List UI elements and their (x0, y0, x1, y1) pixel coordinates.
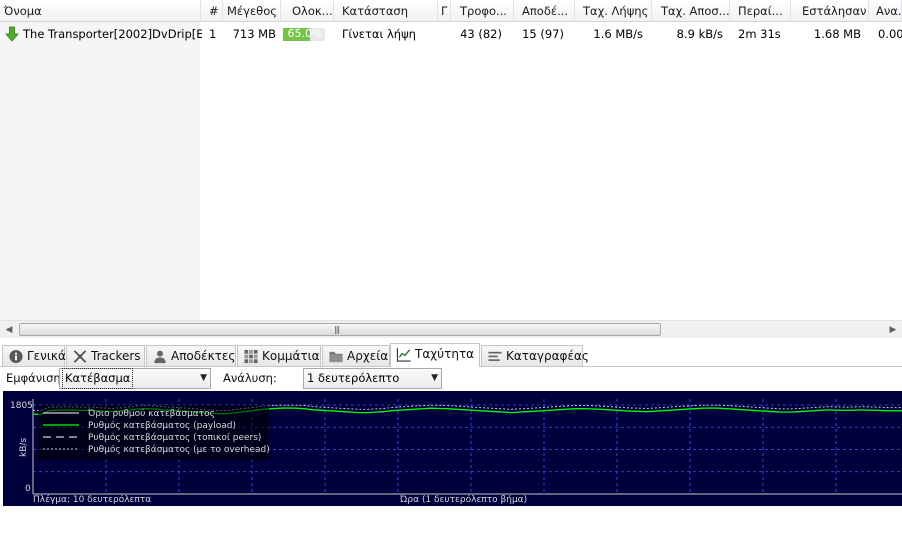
column-header-number[interactable]: # (201, 0, 223, 22)
torrent-name: The Transporter[2002]DvDrip[E... (23, 27, 202, 41)
tab-speed-label: Ταχύτητα (415, 347, 475, 361)
resolution-select[interactable]: 1 δευτερόλεπτο ▼ (303, 368, 442, 389)
column-header-upload-speed[interactable]: Ταχ. Αποσ... (652, 0, 730, 22)
torrent-size: 713 MB (232, 27, 276, 41)
y-max-label: 1805 (10, 401, 33, 411)
torrent-seeds: 43 (82) (460, 27, 502, 41)
legend-label-limit: Όριο ρυθμού κατεβάσματος (87, 408, 215, 419)
tab-files-label: Αρχεία (347, 349, 389, 363)
pieces-icon (244, 349, 258, 364)
tab-trackers[interactable]: Trackers (66, 345, 145, 366)
grid-interval-label: Πλέγμα: 10 δευτερόλεπτα (33, 494, 151, 505)
y-unit-label: kB/s (19, 438, 29, 457)
tab-logger-label: Καταγραφέας (506, 349, 589, 363)
display-select[interactable]: Κατέβασμα ▼ (59, 368, 211, 389)
peers-icon (154, 350, 166, 364)
tab-files[interactable]: Αρχεία (322, 345, 390, 366)
scroll-right-arrow-icon[interactable]: ▶ (886, 321, 900, 339)
speed-options-row: Εμφάνιση Κατέβασμα ▼ Ανάλυση: 1 δευτερόλ… (0, 367, 902, 391)
tab-trackers-label: Trackers (91, 349, 141, 363)
tab-pieces[interactable]: Κομμάτια (237, 345, 321, 366)
display-label: Εμφάνιση (6, 371, 61, 385)
time-axis-label: Ώρα (1 δευτερόλεπτο βήμα) (399, 494, 527, 505)
display-select-value: Κατέβασμα (61, 368, 134, 389)
column-header-ratio[interactable]: Ανα... (869, 0, 902, 22)
folder-icon (329, 351, 343, 363)
chevron-down-icon: ▼ (431, 373, 438, 383)
torrent-ratio: 0.003 (878, 27, 902, 41)
resolution-label: Ανάλυση: (223, 371, 277, 385)
column-header-eta[interactable]: Περαί... (730, 0, 791, 22)
speed-graph-canvas: 1805 0 kB/s Όριο ρυθμού κατεβάσματος Ρυθ… (10, 399, 902, 505)
list-header: Όνομα # Μέγεθος Ολοκ... Κατάσταση Γ Τροφ… (0, 0, 902, 22)
info-icon (9, 349, 23, 364)
column-header-peers[interactable]: Αποδέ... (514, 0, 575, 22)
torrent-download-speed: 1.6 MB/s (593, 27, 643, 41)
scroll-left-arrow-icon[interactable]: ◀ (2, 321, 16, 339)
progress-text: 65.0% (287, 27, 323, 40)
column-header-download-speed[interactable]: Ταχ. Λήψης (575, 0, 652, 22)
legend-label-overhead: Ρυθμός κατεβάσματος (με το overhead) (88, 444, 270, 455)
torrent-queue-number: 1 (209, 27, 217, 41)
tab-peers-label: Αποδέκτες (171, 349, 236, 363)
column-header-progress[interactable]: Ολοκ... (281, 0, 334, 22)
tab-pieces-label: Κομμάτια (262, 349, 320, 363)
downloading-arrow-icon (5, 26, 19, 42)
torrent-uploaded: 1.68 MB (813, 27, 861, 41)
column-header-seeds[interactable]: Τροφο... (451, 0, 514, 22)
column-header-name[interactable]: Όνομα (0, 0, 201, 22)
tab-speed[interactable]: Ταχύτητα (390, 343, 480, 367)
table-row[interactable]: The Transporter[2002]DvDrip[E... 1 713 M… (0, 23, 902, 45)
legend-label-local-peers: Ρυθμός κατεβάσματος (τοπικοί peers) (88, 432, 261, 443)
properties-tab-bar: Γενικά Trackers Αποδέκτες Κομμάτια Αρχεί… (0, 343, 902, 367)
column-header-status[interactable]: Κατάσταση (334, 0, 438, 22)
column-header-uploaded[interactable]: Εστάλησαν (791, 0, 869, 22)
speed-graph: 1805 0 kB/s Όριο ρυθμού κατεβάσματος Ρυθ… (3, 391, 902, 506)
tab-general[interactable]: Γενικά (2, 345, 66, 366)
column-header-extra[interactable]: Γ (438, 0, 451, 22)
torrent-rows: The Transporter[2002]DvDrip[E... 1 713 M… (0, 22, 902, 320)
scroll-thumb[interactable]: ||| (19, 323, 661, 336)
name-column-shade (0, 22, 200, 320)
legend-label-payload: Ρυθμός κατεβάσματος (payload) (88, 420, 236, 431)
tab-logger[interactable]: Καταγραφέας (481, 345, 589, 366)
resolution-select-value: 1 δευτερόλεπτο (307, 371, 400, 385)
tab-peers[interactable]: Αποδέκτες (146, 345, 236, 366)
logger-icon (488, 351, 502, 361)
app-window: Όνομα # Μέγεθος Ολοκ... Κατάσταση Γ Τροφ… (0, 0, 902, 540)
horizontal-scrollbar[interactable]: ◀ ||| ▶ (0, 320, 902, 338)
speed-graph-icon (396, 347, 411, 362)
tab-general-label: Γενικά (27, 349, 66, 363)
torrent-upload-speed: 8.9 kB/s (676, 27, 723, 41)
torrent-eta: 2m 31s (738, 27, 781, 41)
scroll-grip-icon: ||| (334, 325, 340, 334)
y-min-label: 0 (25, 484, 31, 494)
torrent-list[interactable]: Όνομα # Μέγεθος Ολοκ... Κατάσταση Γ Τροφ… (0, 0, 902, 320)
torrent-peers: 15 (97) (522, 27, 564, 41)
trackers-icon (73, 350, 87, 363)
column-header-size[interactable]: Μέγεθος (223, 0, 281, 22)
torrent-status: Γίνεται λήψη (342, 27, 416, 41)
chevron-down-icon: ▼ (200, 373, 207, 383)
